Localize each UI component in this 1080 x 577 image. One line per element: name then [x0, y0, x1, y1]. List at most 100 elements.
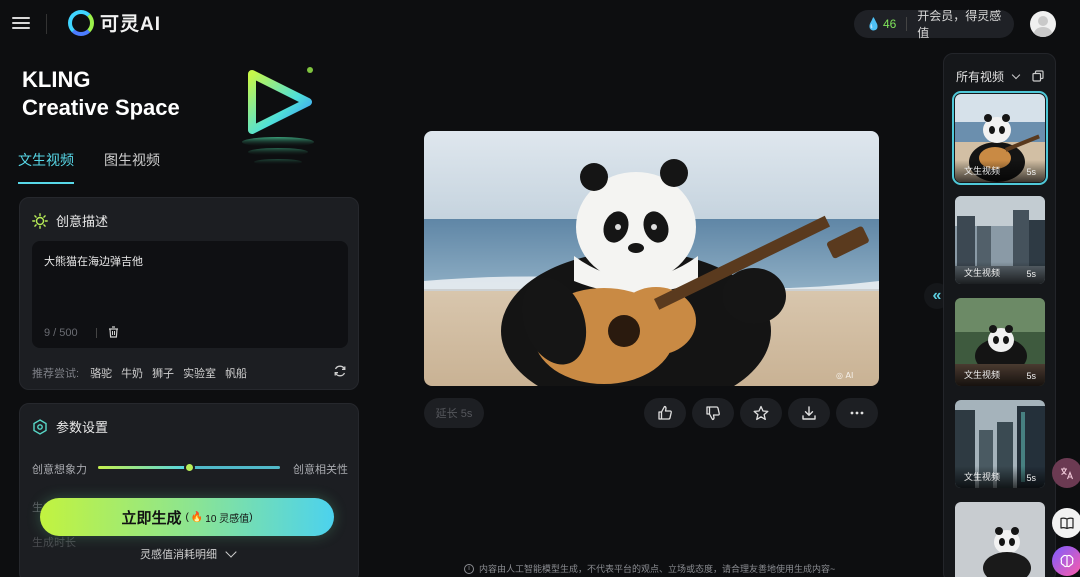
history-item-duration: 5s	[1026, 269, 1036, 279]
like-button[interactable]	[644, 398, 686, 428]
rail-title: 所有视频	[956, 70, 1005, 84]
history-item[interactable]: 文生视频 5s	[952, 91, 1048, 185]
favorite-button[interactable]	[740, 398, 782, 428]
guide-button[interactable]	[1052, 508, 1080, 538]
params-header: 参数设置	[32, 417, 108, 436]
thumbnail-panda-snow	[955, 502, 1045, 577]
history-item-caption: 文生视频 5s	[955, 160, 1045, 182]
suggest-label: 推荐尝试:	[32, 368, 80, 380]
params-title: 参数设置	[56, 420, 109, 435]
extend-button[interactable]: 延长 5s	[424, 398, 484, 428]
generate-cost: (🔥 10 灵感值)	[185, 511, 253, 525]
generate-label: 立即生成	[121, 509, 182, 527]
suggestion-chip[interactable]: 牛奶	[121, 365, 143, 381]
creativity-slider[interactable]	[98, 462, 280, 473]
history-item-caption: 文生视频 5s	[955, 364, 1045, 386]
thumbs-up-icon	[658, 405, 672, 420]
prompt-divider	[96, 328, 97, 338]
history-item[interactable]: 文生视频 5s	[955, 196, 1045, 284]
credit-count: 46	[882, 17, 897, 31]
download-icon	[802, 406, 816, 420]
video-preview[interactable]: ◎ AI	[424, 131, 879, 386]
download-button[interactable]	[788, 398, 830, 428]
history-item-type: 文生视频	[964, 268, 1001, 278]
suggestion-chip[interactable]: 实验室	[183, 365, 216, 381]
tab-image-to-video[interactable]: 图生视频	[104, 150, 160, 184]
flame-icon: 💧	[866, 17, 881, 31]
prompt-input[interactable]: 大熊猫在海边弹吉他 9 / 500	[32, 241, 348, 348]
history-item-type: 文生视频	[964, 472, 1001, 482]
user-avatar[interactable]	[1030, 11, 1056, 37]
history-item[interactable]: 文生视频 5s	[955, 298, 1045, 386]
video-filter-dropdown[interactable]: 所有视频	[956, 68, 1021, 85]
settings-hex-icon	[33, 418, 47, 435]
creative-description-panel: 创意描述 大熊猫在海边弹吉他 9 / 500 推荐尝试: 骆驼 牛奶 狮子 实验…	[19, 197, 359, 390]
history-item-duration: 5s	[1026, 473, 1036, 483]
generate-button[interactable]: 立即生成 (🔥 10 灵感值)	[40, 498, 334, 536]
video-history-rail: 所有视频 文生视频 5s 文生视频 5s 文生视频 5s 文生视频 5s	[943, 53, 1056, 577]
cost-detail-toggle[interactable]: 灵感值消耗明细	[140, 546, 237, 562]
slider-right-label: 创意相关性	[293, 464, 348, 476]
play-logo-icon	[242, 67, 314, 165]
history-item[interactable]: 文生视频 5s	[955, 400, 1045, 488]
copy-icon[interactable]	[1032, 70, 1044, 82]
brand-name: 可灵AI	[100, 14, 162, 35]
history-item-type: 文生视频	[964, 370, 1001, 380]
history-item[interactable]	[955, 502, 1045, 577]
slider-left-label: 创意想象力	[32, 464, 87, 476]
chevron-down-icon	[1011, 70, 1021, 80]
info-icon: i	[464, 563, 474, 574]
suggestion-row: 推荐尝试: 骆驼 牛奶 狮子 实验室 帆船	[32, 365, 247, 381]
double-chevron-left-icon: «	[932, 287, 942, 304]
menu-icon[interactable]	[12, 14, 30, 32]
thumbs-down-icon	[706, 406, 720, 421]
vip-divider	[906, 17, 908, 31]
svg-text:◎ AI: ◎ AI	[836, 371, 853, 380]
suggestion-chip[interactable]: 帆船	[225, 365, 247, 381]
vip-membership-button[interactable]: 💧 46 开会员，得灵感值	[854, 9, 1014, 40]
flame-icon: 🔥	[190, 511, 204, 523]
suggestion-chip[interactable]: 狮子	[152, 365, 174, 381]
hero-title: KLING Creative Space	[22, 66, 180, 122]
ai-assistant-button[interactable]	[1052, 546, 1080, 576]
cost-detail-label: 灵感值消耗明细	[140, 549, 217, 561]
top-bar: 可灵AI 💧 46 开会员，得灵感值	[0, 0, 1080, 46]
hero-line-2: Creative Space	[22, 95, 180, 120]
translate-icon	[1061, 467, 1074, 480]
history-item-duration: 5s	[1026, 167, 1036, 177]
dislike-button[interactable]	[692, 398, 734, 428]
chevron-down-icon	[225, 546, 237, 558]
refresh-icon[interactable]	[333, 364, 347, 378]
more-icon	[850, 411, 864, 415]
disclaimer-text: 内容由人工智能模型生成，不代表平台的观点、立场或态度，请合理友善地使用生成内容~	[479, 564, 836, 574]
vip-text: 开会员，得灵感值	[917, 9, 1002, 40]
bulb-icon	[32, 212, 48, 229]
topbar-divider	[46, 14, 47, 34]
more-button[interactable]	[836, 398, 878, 428]
creativity-slider-row: 创意想象力 创意相关性	[32, 461, 348, 476]
slider-handle[interactable]	[184, 462, 195, 473]
mode-tabs: 文生视频 图生视频	[18, 150, 160, 184]
slider-right-fill	[189, 466, 280, 469]
slider-fill	[98, 466, 189, 469]
suggestion-chip[interactable]: 骆驼	[90, 365, 112, 381]
logo[interactable]: 可灵AI	[68, 9, 161, 36]
creative-title: 创意描述	[56, 214, 109, 229]
star-icon	[753, 405, 769, 421]
creative-header: 创意描述	[32, 211, 108, 230]
history-item-caption: 文生视频 5s	[955, 262, 1045, 284]
char-count: 9 / 500	[44, 327, 78, 339]
tab-text-to-video[interactable]: 文生视频	[18, 150, 74, 184]
translate-button[interactable]	[1052, 458, 1080, 488]
history-item-caption: 文生视频 5s	[955, 466, 1045, 488]
prompt-text[interactable]: 大熊猫在海边弹吉他	[44, 253, 143, 269]
generate-cost-value: 10 灵感值	[205, 513, 250, 525]
generation-duration-label: 生成时长	[32, 537, 76, 549]
brain-icon	[1060, 554, 1074, 568]
kling-logo-icon	[68, 9, 94, 36]
hero-line-1: KLING	[22, 67, 91, 92]
history-item-type: 文生视频	[964, 166, 1001, 176]
ai-disclaimer: i 内容由人工智能模型生成，不代表平台的观点、立场或态度，请合理友善地使用生成内…	[464, 562, 835, 575]
trash-icon[interactable]	[108, 326, 119, 338]
book-icon	[1060, 517, 1074, 530]
